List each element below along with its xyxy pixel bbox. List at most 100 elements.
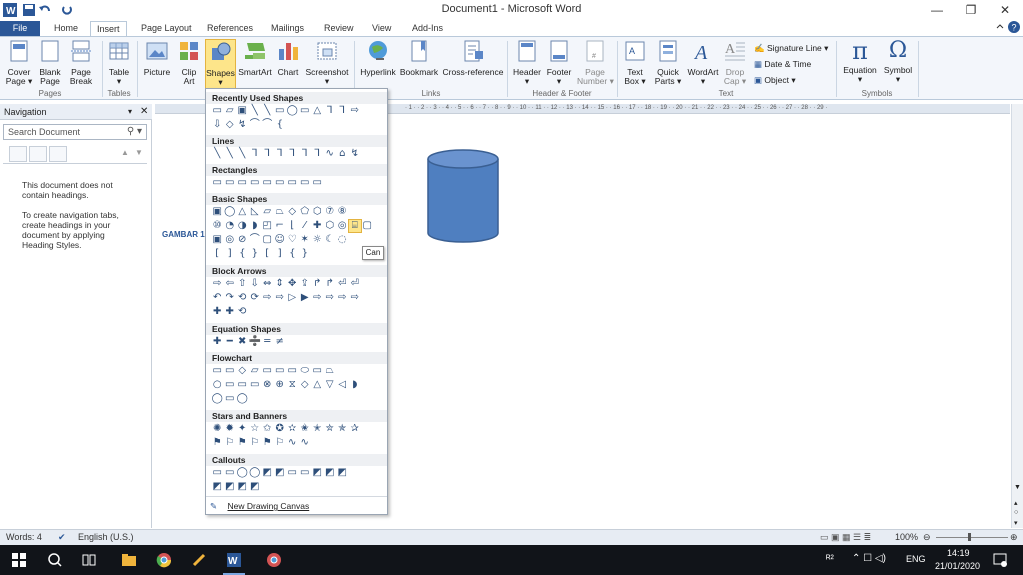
picture-button[interactable]: Picture (141, 39, 173, 91)
shape-cell[interactable]: ◎ (224, 234, 237, 246)
wordart-button[interactable]: A WordArt ▾ (686, 39, 720, 91)
callouts-row-1[interactable]: ▭ ▭ ◯ ◯ ◩ ◩ ▭ ▭ ◩ ◩ ◩ (211, 467, 349, 479)
word-count[interactable]: Words: 4 (6, 530, 42, 544)
next-icon[interactable]: ▼ (135, 148, 143, 157)
vertical-scrollbar[interactable]: ▼ ▴ ○ ▾ (1011, 104, 1023, 528)
navigation-close-icon[interactable]: ✕ (140, 104, 148, 120)
shape-cell[interactable]: ≠ (274, 336, 287, 348)
shape-cell[interactable]: ⇨ (336, 292, 349, 304)
word-taskbar-icon[interactable]: W (226, 552, 242, 568)
language-status[interactable]: English (U.S.) (78, 530, 134, 544)
shape-cell[interactable]: ▭ (224, 467, 237, 479)
shape-cell[interactable]: ↱ (324, 278, 337, 290)
block-arrows-row-1[interactable]: ⇨ ⇦ ⇧ ⇩ ⇔ ⇕ ✥ ⇪ ↱ ↱ ⏎ ⏎ (211, 278, 361, 290)
flowchart-row-1[interactable]: ▭ ▭ ◇ ▱ ▭ ▭ ▭ ⬭ ▭ ⏢ (211, 365, 336, 377)
shape-cell[interactable]: ▭ (224, 177, 237, 189)
basic-shapes-row-2[interactable]: ⑩ ◔ ◑ ◗ ◰ ⌐ ⌊ ⁄ ✚ ⬡ ◎ ⌸ ▢ (211, 219, 374, 233)
shape-cell[interactable]: ⚐ (224, 437, 237, 449)
shape-cell[interactable]: ▭ (249, 379, 262, 391)
shape-cell[interactable]: ⇨ (349, 292, 362, 304)
clip-art-button[interactable]: Clip Art (176, 39, 202, 91)
shape-cell[interactable]: ✭ (311, 423, 324, 435)
shape-cell[interactable]: ◗ (349, 379, 362, 391)
shape-cell[interactable]: ✖ (236, 336, 249, 348)
shape-cell[interactable]: ◌ (336, 234, 349, 246)
shape-cell[interactable]: ] (224, 248, 237, 260)
shape-cell[interactable]: ▭ (224, 393, 237, 405)
tab-insert[interactable]: Insert (90, 21, 127, 36)
restore-button[interactable]: ❐ (954, 0, 988, 20)
can-shape[interactable] (425, 149, 501, 245)
shape-cell[interactable]: ○ (211, 379, 224, 391)
file-explorer-icon[interactable] (121, 552, 137, 568)
shape-cell[interactable]: ▭ (211, 105, 224, 117)
shape-cell[interactable]: ▭ (286, 467, 299, 479)
shape-cell[interactable]: ⇨ (211, 278, 224, 290)
shape-cell[interactable]: ◇ (286, 206, 299, 218)
shape-cell[interactable]: ═ (261, 336, 274, 348)
shape-cell[interactable]: ╲ (224, 148, 237, 160)
help-icon[interactable]: ? (1008, 21, 1020, 33)
shape-cell[interactable]: ☾ (324, 234, 337, 246)
shape-cell[interactable]: ✥ (286, 278, 299, 290)
text-box-button[interactable]: A Text Box ▾ (621, 39, 649, 91)
shape-cell[interactable]: ⟲ (236, 306, 249, 318)
shape-cell[interactable]: { (236, 248, 249, 260)
basic-shapes-row-3[interactable]: ▣ ◎ ⊘ ⌒ ▢ ☺ ♡ ✶ ☼ ☾ ◌ (211, 234, 349, 246)
shape-cell[interactable]: ▷ (286, 292, 299, 304)
shape-cell[interactable]: ✚ (211, 306, 224, 318)
minimize-button[interactable]: — (920, 0, 954, 20)
shape-cell[interactable]: ⇪ (299, 278, 312, 290)
stars-row-1[interactable]: ✺ ✹ ✦ ☆ ✩ ✪ ✫ ✬ ✭ ✮ ✯ ✰ (211, 423, 361, 435)
tab-mailings[interactable]: Mailings (265, 21, 310, 36)
browse-pages-tab[interactable] (29, 146, 47, 162)
input-language[interactable]: ENG (906, 554, 926, 564)
shape-cell[interactable]: ◩ (224, 481, 237, 493)
previous-page-icon[interactable]: ▴ (1014, 499, 1018, 507)
flowchart-row-2[interactable]: ○ ▭ ▭ ▭ ⊗ ⊕ ⧖ ◇ △ ▽ ◁ ◗ (211, 379, 361, 391)
shape-cell[interactable]: ⅂ (324, 105, 337, 117)
chrome-icon[interactable] (156, 552, 172, 568)
shape-cell[interactable]: ⁄ (299, 220, 312, 232)
shape-cell[interactable]: ⇕ (274, 278, 287, 290)
page-break-button[interactable]: Page Break (66, 39, 96, 91)
scroll-down-icon[interactable]: ▼ (1014, 484, 1021, 491)
shape-cell[interactable]: ⅂ (299, 148, 312, 160)
shape-cell[interactable]: ⚐ (249, 437, 262, 449)
shape-cell[interactable]: ♡ (286, 234, 299, 246)
shape-cell[interactable]: ⟲ (236, 292, 249, 304)
shape-cell[interactable]: ➗ (249, 336, 262, 348)
shape-cell[interactable]: { (286, 248, 299, 260)
bookmark-button[interactable]: Bookmark (398, 39, 440, 91)
shape-cell[interactable]: ⊗ (261, 379, 274, 391)
shape-cell[interactable]: ✚ (224, 306, 237, 318)
shape-cell[interactable]: ◯ (236, 467, 249, 479)
shape-cell[interactable]: ⇨ (349, 105, 362, 117)
people-icon[interactable]: ᴿ² (826, 554, 834, 565)
shape-cell[interactable]: ⚑ (236, 437, 249, 449)
tab-file[interactable]: File (0, 21, 40, 36)
cover-page-button[interactable]: Cover Page ▾ (4, 39, 34, 91)
shape-cell[interactable]: ▭ (261, 365, 274, 377)
drop-cap-button[interactable]: A Drop Cap ▾ (722, 39, 748, 91)
shape-cell[interactable]: ◁ (336, 379, 349, 391)
symbol-button[interactable]: Ω Symbol ▾ (882, 39, 914, 91)
navigation-menu-icon[interactable]: ▾ (128, 104, 132, 120)
shape-cell[interactable]: ⬠ (299, 206, 312, 218)
shape-cell[interactable]: ✶ (299, 234, 312, 246)
shape-cell[interactable]: ▢ (361, 220, 374, 232)
shape-cell[interactable]: ▭ (299, 467, 312, 479)
shape-cell[interactable]: ⚑ (211, 437, 224, 449)
shape-cell[interactable]: ⏎ (336, 278, 349, 290)
shape-cell[interactable]: ▶ (299, 292, 312, 304)
tab-page-layout[interactable]: Page Layout (135, 21, 198, 36)
cross-reference-button[interactable]: Cross-reference (442, 39, 504, 91)
shape-cell[interactable]: ▭ (274, 177, 287, 189)
shape-cell[interactable]: ↱ (311, 278, 324, 290)
shape-cell[interactable]: ⇨ (311, 292, 324, 304)
shape-cell[interactable]: ▱ (224, 105, 237, 117)
shape-cell[interactable]: ◯ (224, 206, 237, 218)
shape-cell[interactable]: ▭ (274, 105, 287, 117)
signature-line-button[interactable]: ✍ Signature Line ▾ (754, 41, 828, 55)
shape-cell[interactable]: ⇨ (324, 292, 337, 304)
